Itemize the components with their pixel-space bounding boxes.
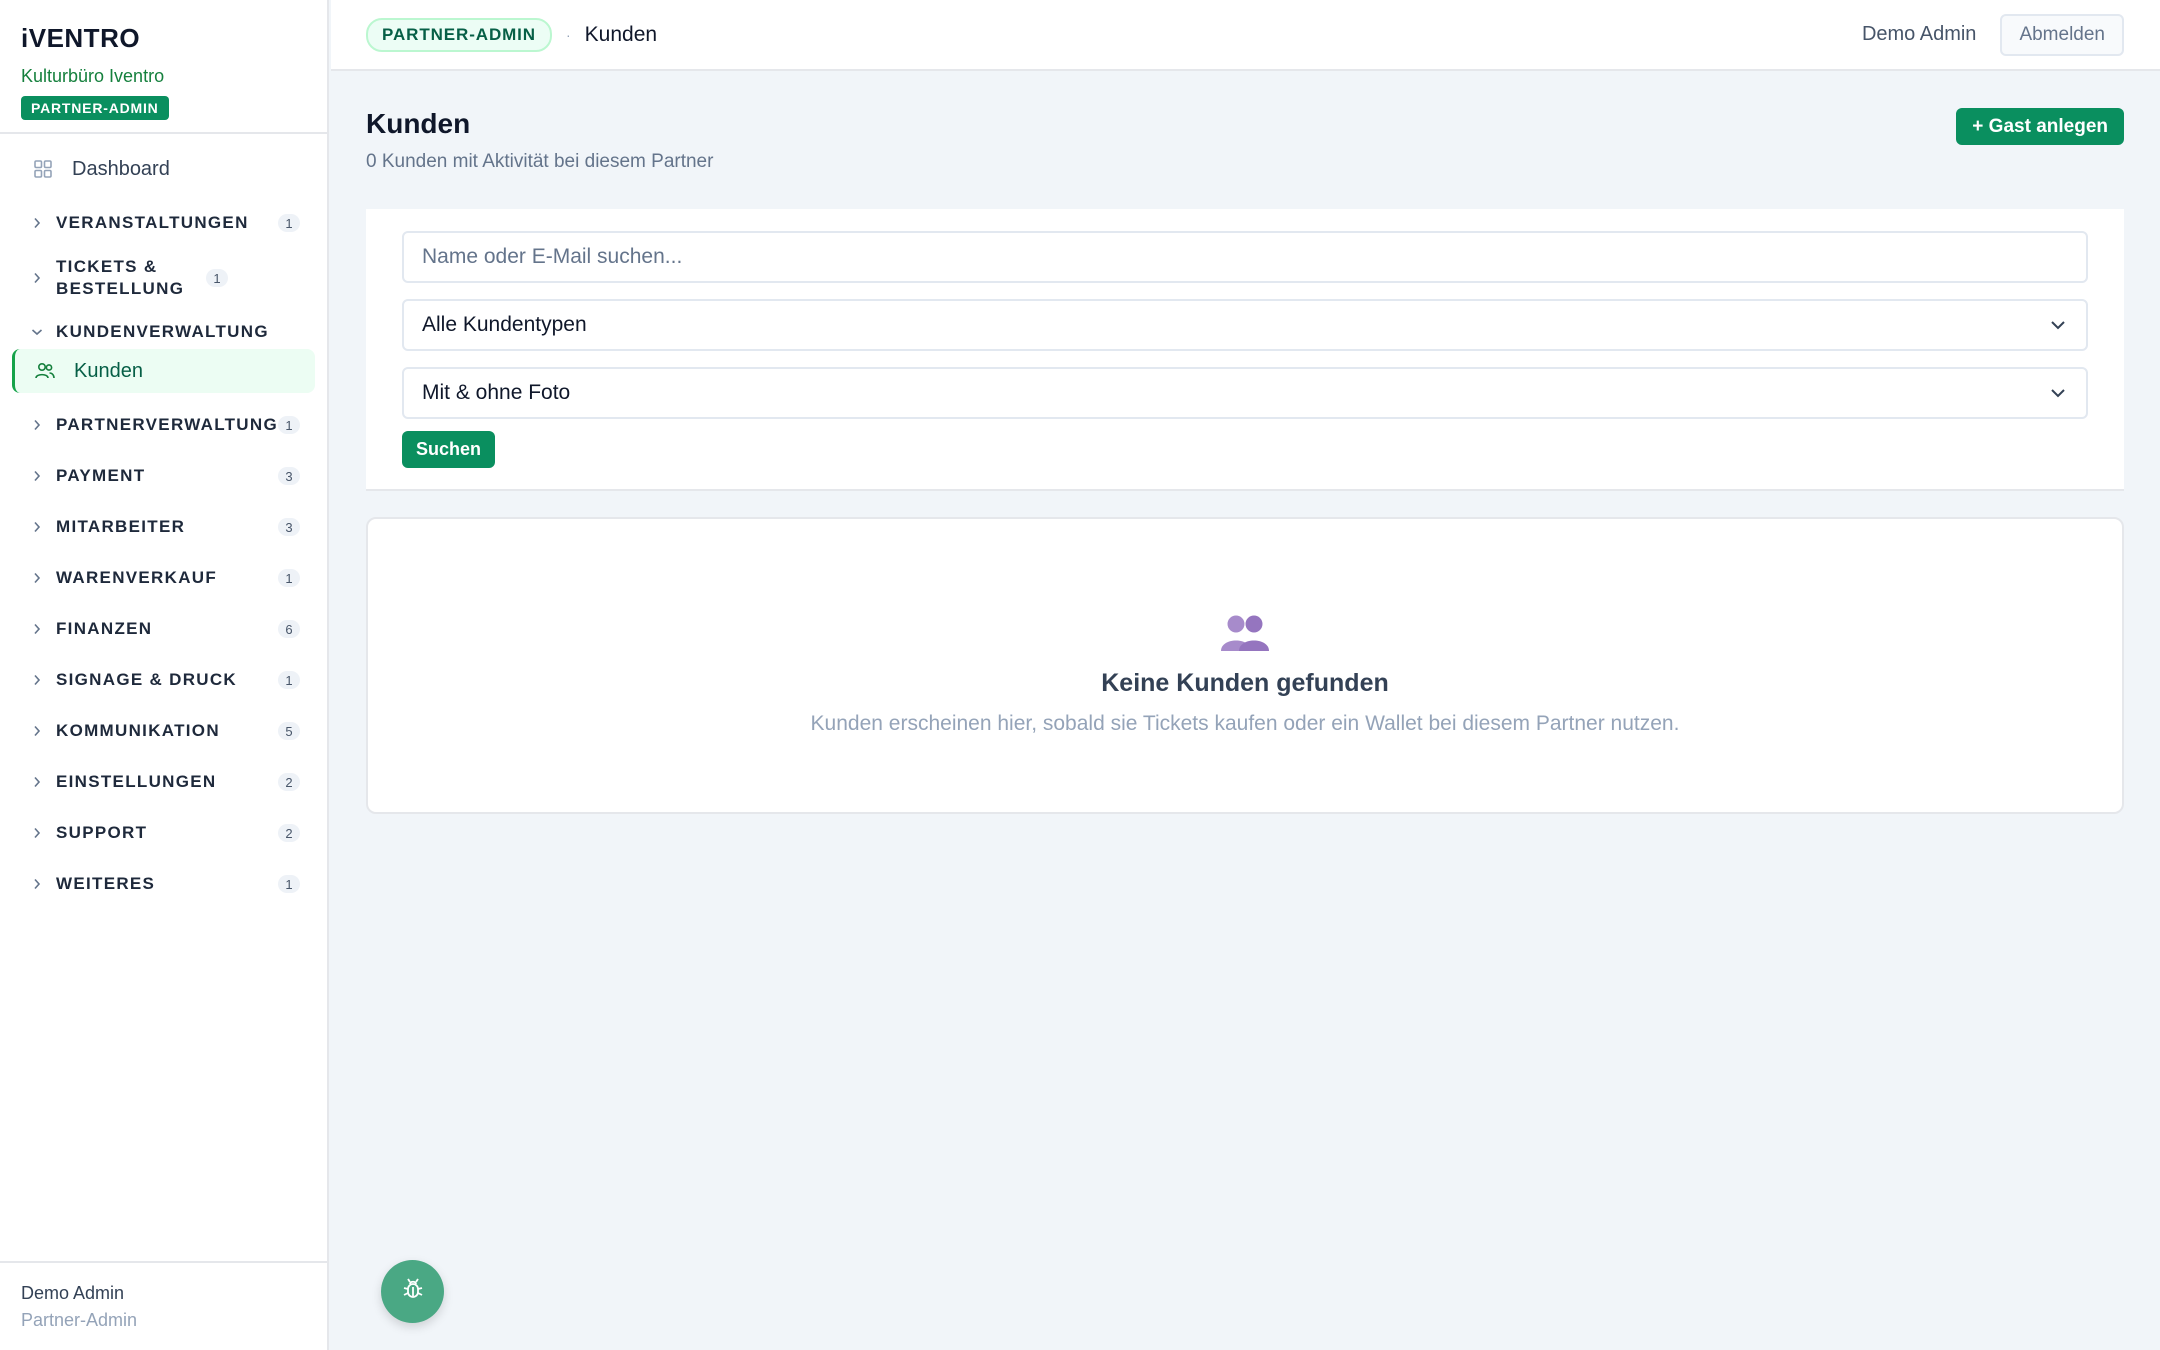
section-label: EINSTELLUNGEN <box>56 772 217 791</box>
chevron-right-icon <box>30 827 44 839</box>
grid-icon <box>31 157 55 181</box>
section-count-badge: 1 <box>206 269 228 287</box>
sidebar-section-signage[interactable]: SIGNAGE & DRUCK 1 <box>12 661 315 699</box>
users-icon <box>33 359 57 383</box>
section-count-badge: 1 <box>278 214 300 232</box>
empty-state: Keine Kunden gefunden Kunden erscheinen … <box>366 517 2124 814</box>
sidebar-section-kundenverwaltung[interactable]: KUNDENVERWALTUNG <box>12 315 315 349</box>
section-count-badge: 1 <box>278 875 300 893</box>
chevron-right-icon <box>30 674 44 686</box>
chevron-right-icon <box>30 878 44 890</box>
brand-block: iVENTRO Kulturbüro Iventro PARTNER-ADMIN <box>0 0 327 134</box>
section-label: VERANSTALTUNGEN <box>56 213 249 232</box>
customer-type-select[interactable]: Alle Kundentypen <box>402 299 2088 351</box>
empty-state-title: Keine Kunden gefunden <box>1101 669 1389 697</box>
chevron-down-icon <box>30 328 44 336</box>
section-count-badge: 5 <box>278 722 300 740</box>
chevron-right-icon <box>30 217 44 229</box>
add-guest-button[interactable]: + Gast anlegen <box>1956 108 2124 145</box>
sidebar-section-tickets[interactable]: TICKETS & BESTELLUNG 1 <box>12 252 315 304</box>
photo-filter-select[interactable]: Mit & ohne Foto <box>402 367 2088 419</box>
search-button[interactable]: Suchen <box>402 431 496 468</box>
sidebar-section-mitarbeiter[interactable]: MITARBEITER 3 <box>12 508 315 546</box>
chevron-right-icon <box>30 572 44 584</box>
sidebar-item-kunden[interactable]: Kunden <box>12 349 315 393</box>
sidebar-user-info: Demo Admin Partner-Admin <box>0 1261 327 1350</box>
section-label: SUPPORT <box>56 823 148 842</box>
organization-name: Kulturbüro Iventro <box>21 66 165 86</box>
page-subtitle: 0 Kunden mit Aktivität bei diesem Partne… <box>366 151 714 172</box>
page-header: Kunden 0 Kunden mit Aktivität bei diesem… <box>366 71 2124 209</box>
section-count-badge: 3 <box>278 467 300 485</box>
page-title: Kunden <box>366 108 471 139</box>
section-label: MITARBEITER <box>56 517 186 536</box>
section-count-badge: 1 <box>278 671 300 689</box>
section-count-badge: 2 <box>278 824 300 842</box>
section-label: WEITERES <box>56 874 156 893</box>
chevron-right-icon <box>30 419 44 431</box>
current-user: Demo Admin <box>1861 23 1977 45</box>
sidebar-section-warenverkauf[interactable]: WARENVERKAUF 1 <box>12 559 315 597</box>
sidebar-section-partnerverwaltung[interactable]: PARTNERVERWALTUNG 1 <box>12 406 315 444</box>
sidebar-section-finanzen[interactable]: FINANZEN 6 <box>12 610 315 648</box>
sidebar-section-veranstaltungen[interactable]: VERANSTALTUNGEN 1 <box>12 204 315 242</box>
section-label: KUNDENVERWALTUNG <box>56 322 269 341</box>
empty-state-text: Kunden erscheinen hier, sobald sie Ticke… <box>810 712 1680 735</box>
sidebar-section-kommunikation[interactable]: KOMMUNIKATION 5 <box>12 712 315 750</box>
breadcrumb-separator: · <box>565 26 571 43</box>
section-count-badge: 3 <box>278 518 300 536</box>
sidebar: iVENTRO Kulturbüro Iventro PARTNER-ADMIN… <box>0 0 329 1350</box>
section-count-badge: 6 <box>278 620 300 638</box>
breadcrumb: Kunden <box>584 22 658 46</box>
chevron-right-icon <box>30 272 44 284</box>
sidebar-item-label: Kunden <box>74 359 143 382</box>
search-input[interactable]: Name oder E-Mail suchen... <box>402 231 2088 283</box>
section-label: KOMMUNIKATION <box>56 721 220 740</box>
chevron-right-icon <box>30 623 44 635</box>
user-role: Partner-Admin <box>21 1310 138 1330</box>
bug-report-button[interactable] <box>381 1260 444 1323</box>
sidebar-item-dashboard[interactable]: Dashboard <box>12 148 315 190</box>
select-value: Mit & ohne Foto <box>422 381 571 404</box>
filter-panel: Name oder E-Mail suchen... Alle Kundenty… <box>366 209 2124 491</box>
section-label: WARENVERKAUF <box>56 568 218 587</box>
sidebar-item-label: Dashboard <box>72 157 170 180</box>
section-label: SIGNAGE & DRUCK <box>56 670 238 689</box>
section-count-badge: 1 <box>278 416 300 434</box>
section-count-badge: 1 <box>278 569 300 587</box>
role-pill: PARTNER-ADMIN <box>366 17 552 52</box>
chevron-right-icon <box>30 725 44 737</box>
role-badge: PARTNER-ADMIN <box>21 96 169 120</box>
user-name: Demo Admin <box>21 1283 125 1303</box>
bug-icon <box>399 1275 427 1308</box>
section-count-badge: 2 <box>278 773 300 791</box>
chevron-right-icon <box>30 776 44 788</box>
sidebar-nav: Dashboard VERANSTALTUNGEN 1 TICKETS & BE… <box>0 134 327 903</box>
brand-logo[interactable]: iVENTRO <box>21 23 306 54</box>
section-label: PAYMENT <box>56 466 146 485</box>
section-label: PARTNERVERWALTUNG <box>55 415 278 434</box>
chevron-down-icon <box>2048 383 2068 403</box>
chevron-down-icon <box>2048 315 2068 335</box>
people-icon <box>1220 611 1270 653</box>
chevron-right-icon <box>30 521 44 533</box>
section-label: TICKETS & BESTELLUNG <box>56 257 185 298</box>
sidebar-section-einstellungen[interactable]: EINSTELLUNGEN 2 <box>12 763 315 801</box>
select-value: Alle Kundentypen <box>422 313 587 336</box>
chevron-right-icon <box>30 470 44 482</box>
logout-button[interactable]: Abmelden <box>2000 13 2124 56</box>
section-label: FINANZEN <box>56 619 153 638</box>
main-content: Kunden 0 Kunden mit Aktivität bei diesem… <box>366 71 2124 814</box>
topbar: PARTNER-ADMIN · Kunden Demo Admin Abmeld… <box>331 0 2160 71</box>
sidebar-section-weiteres[interactable]: WEITERES 1 <box>12 865 315 903</box>
sidebar-section-payment[interactable]: PAYMENT 3 <box>12 457 315 495</box>
sidebar-section-support[interactable]: SUPPORT 2 <box>12 814 315 852</box>
